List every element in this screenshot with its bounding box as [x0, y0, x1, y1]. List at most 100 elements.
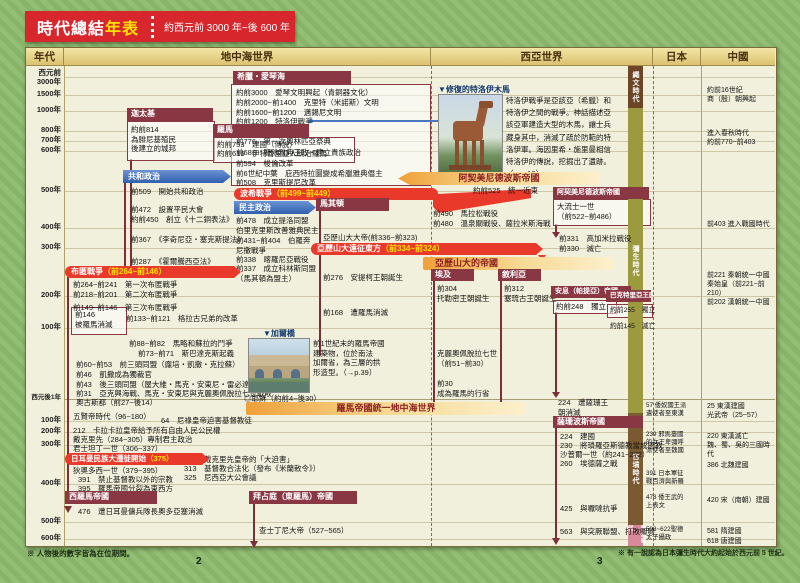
punic-war-years: （前264~前146）	[103, 267, 166, 276]
event: 查士丁尼大帝（527~565）	[259, 526, 348, 536]
byzantine-timeline	[253, 504, 255, 542]
event: 約前248 獨立	[556, 302, 606, 312]
event: 25 東漢建國 光武帝（25~57）	[707, 402, 762, 420]
trojan-horse-photo	[438, 94, 503, 181]
era-label: 700年	[27, 136, 61, 145]
sassanid-timeline	[555, 428, 557, 538]
jomon-label: 繩文時代	[628, 71, 643, 103]
era-label: 300年	[27, 243, 61, 252]
event: 前509 開始共和政治	[131, 187, 204, 197]
persian-war-label: 波希戰爭	[240, 189, 272, 198]
democracy-banner: 民主政治	[234, 201, 316, 214]
bridge-arch	[273, 369, 282, 378]
event: 前367 《李奇尼亞・塞克斯提法》	[131, 235, 245, 245]
horse-head	[479, 101, 493, 108]
event: 57 倭奴國王派 遣使者至東漢	[646, 402, 700, 418]
era-label: 300年	[27, 440, 61, 449]
dots-divider-icon	[151, 16, 154, 38]
event: 581 隋建國	[707, 527, 742, 536]
bactria-header: 巴克特里亞王國	[606, 290, 651, 302]
troy-link-line	[312, 120, 438, 122]
event: 618 唐建國	[707, 537, 742, 546]
event: 前337 成立科林斯同盟 （馬其頓為盟主）	[236, 264, 316, 283]
era-label: 800年	[27, 126, 61, 135]
footnote-left: ※ 人物後的數字皆為在位期間。	[27, 548, 134, 559]
divider-med-wasia	[431, 66, 432, 546]
yayoi-period-band: 彌生時代	[628, 108, 643, 413]
column-header-china: 中國	[701, 48, 775, 66]
sassanid-arrow-icon	[552, 538, 560, 545]
event: 五賢帝時代（96~180）	[73, 412, 151, 422]
event: 前218~前201 第二次布匿戰爭	[73, 290, 177, 300]
era-label: 600年	[27, 534, 61, 543]
horse-leg	[455, 140, 459, 166]
troy-link-dot-icon	[309, 119, 313, 123]
alexander-years: （前334~前324）	[381, 244, 444, 253]
event: 前478 成立提洛同盟 伯里克里斯改善雅典民主	[236, 216, 319, 235]
column-header-era: 年代	[26, 48, 64, 66]
event: 前480 溫泉關戰役、薩拉米斯海戰	[433, 219, 551, 229]
era-label: 西元後1年	[27, 394, 61, 403]
roman-empire-banner: 羅馬帝國統一地中海世界	[246, 402, 526, 415]
event: 前472 設置平民大會 約前450 創立《十二銅表法》	[131, 205, 234, 224]
bridge-arch	[255, 369, 264, 378]
sassanid-header: 薩珊波斯帝國	[553, 416, 643, 428]
republic-banner: 共和政治	[123, 170, 231, 183]
event: 前508 克里斯提尼改革	[236, 178, 316, 188]
persian-war-years: （前499~前449）	[272, 189, 335, 198]
event: 425 與嚈噠抗爭	[560, 504, 618, 514]
era-label: 1000年	[27, 106, 61, 115]
event: 前490 馬拉松戰役	[433, 209, 498, 219]
event: 亞歷山大大帝(前336~前323)	[323, 233, 417, 243]
date-range: 約西元前 3000 年~後 600 年	[164, 19, 290, 34]
jomon-period-band: 繩文時代	[628, 66, 643, 108]
byzantine-arrow-icon	[250, 541, 258, 548]
era-label: 100年	[27, 323, 61, 332]
event: 391 日本軍征 戰百濟與新羅	[646, 470, 700, 486]
horse-leg	[472, 140, 476, 166]
event: 前149~前146 第三次布匿戰爭	[73, 303, 177, 313]
footnote-right: ※ 有一說認為日本彌生時代大約起始於西元前 5 世紀。	[618, 548, 789, 558]
era-label: 500年	[27, 517, 61, 526]
event: 奧古斯都（前27~後14）	[76, 398, 157, 408]
era-label: 600年	[27, 146, 61, 155]
event: 約前814 為腓尼基殖民 後建立的城邦	[131, 125, 176, 154]
macedonia-header: 馬其頓	[316, 198, 389, 211]
event: 大流士一世 （前522~前486）	[557, 202, 616, 221]
event: 約前145 滅亡	[610, 322, 655, 332]
era-label: 400年	[27, 223, 61, 232]
event: 前403 進入戰國時代	[707, 220, 770, 229]
river	[249, 382, 309, 392]
republic-timeline	[124, 182, 126, 266]
gridline-ad1	[64, 399, 775, 400]
era-label: 400年	[27, 479, 61, 488]
event: 約前616 伊特魯里亞人統治羅馬	[217, 149, 327, 159]
trojan-horse-caption: 特洛伊戰爭是亞該亞（希臘）和 特洛伊之間的戰爭。神話描述亞 該亞軍建造大型的木馬…	[506, 95, 611, 180]
divider-era	[64, 66, 65, 546]
byzantine-header: 拜占庭（東羅馬）帝國	[249, 491, 357, 504]
event: 前304 托勒密王朝誕生	[437, 284, 490, 303]
event: 前30 成為羅馬的行省	[437, 379, 490, 398]
column-header-west-asia: 西亞世界	[431, 48, 653, 66]
macedonia-timeline	[319, 211, 321, 356]
page-number-right: 3	[597, 556, 603, 567]
event: 前221 秦朝統一中國 秦始皇（前221~前210） 前202 漢朝統一中國	[707, 271, 776, 307]
yayoi-label: 彌生時代	[628, 245, 643, 277]
event: 前330 滅亡	[559, 244, 602, 254]
west-rome-header: 西羅馬帝國	[65, 491, 157, 504]
event: 64 尼祿皇帝迫害基督教徒	[161, 416, 252, 426]
event: 前168 遭羅馬消滅	[323, 308, 388, 318]
event: 克麗奧佩脫拉七世 （前51~前30）	[437, 349, 497, 368]
germanic-label: 日耳曼民族大遷徙開始	[71, 454, 146, 463]
timeline-board: 年代 地中海世界 西亞世界 日本 中國 西元前 3000年 1500年 1000…	[25, 47, 777, 547]
achaemenid-banner: 阿契美尼德波斯帝國	[398, 172, 600, 185]
gridline	[64, 328, 775, 329]
event: 前88~前82 馬略和蘇拉的鬥爭	[129, 339, 233, 349]
event: 前133~前121 格拉古兄弟的改革	[126, 314, 238, 324]
bridge-upper-tier	[249, 355, 309, 366]
event: 563 與突厥聯盟、打敗嚈噠	[560, 527, 655, 537]
era-label: 500年	[27, 186, 61, 195]
event: 220 東漢滅亡 魏、蜀、吳的三國時代	[707, 432, 776, 459]
event: 前60~前53 前三頭同盟（龐培・凱撒・克拉蘇）	[76, 360, 240, 370]
pont-du-gard-photo	[248, 338, 310, 393]
